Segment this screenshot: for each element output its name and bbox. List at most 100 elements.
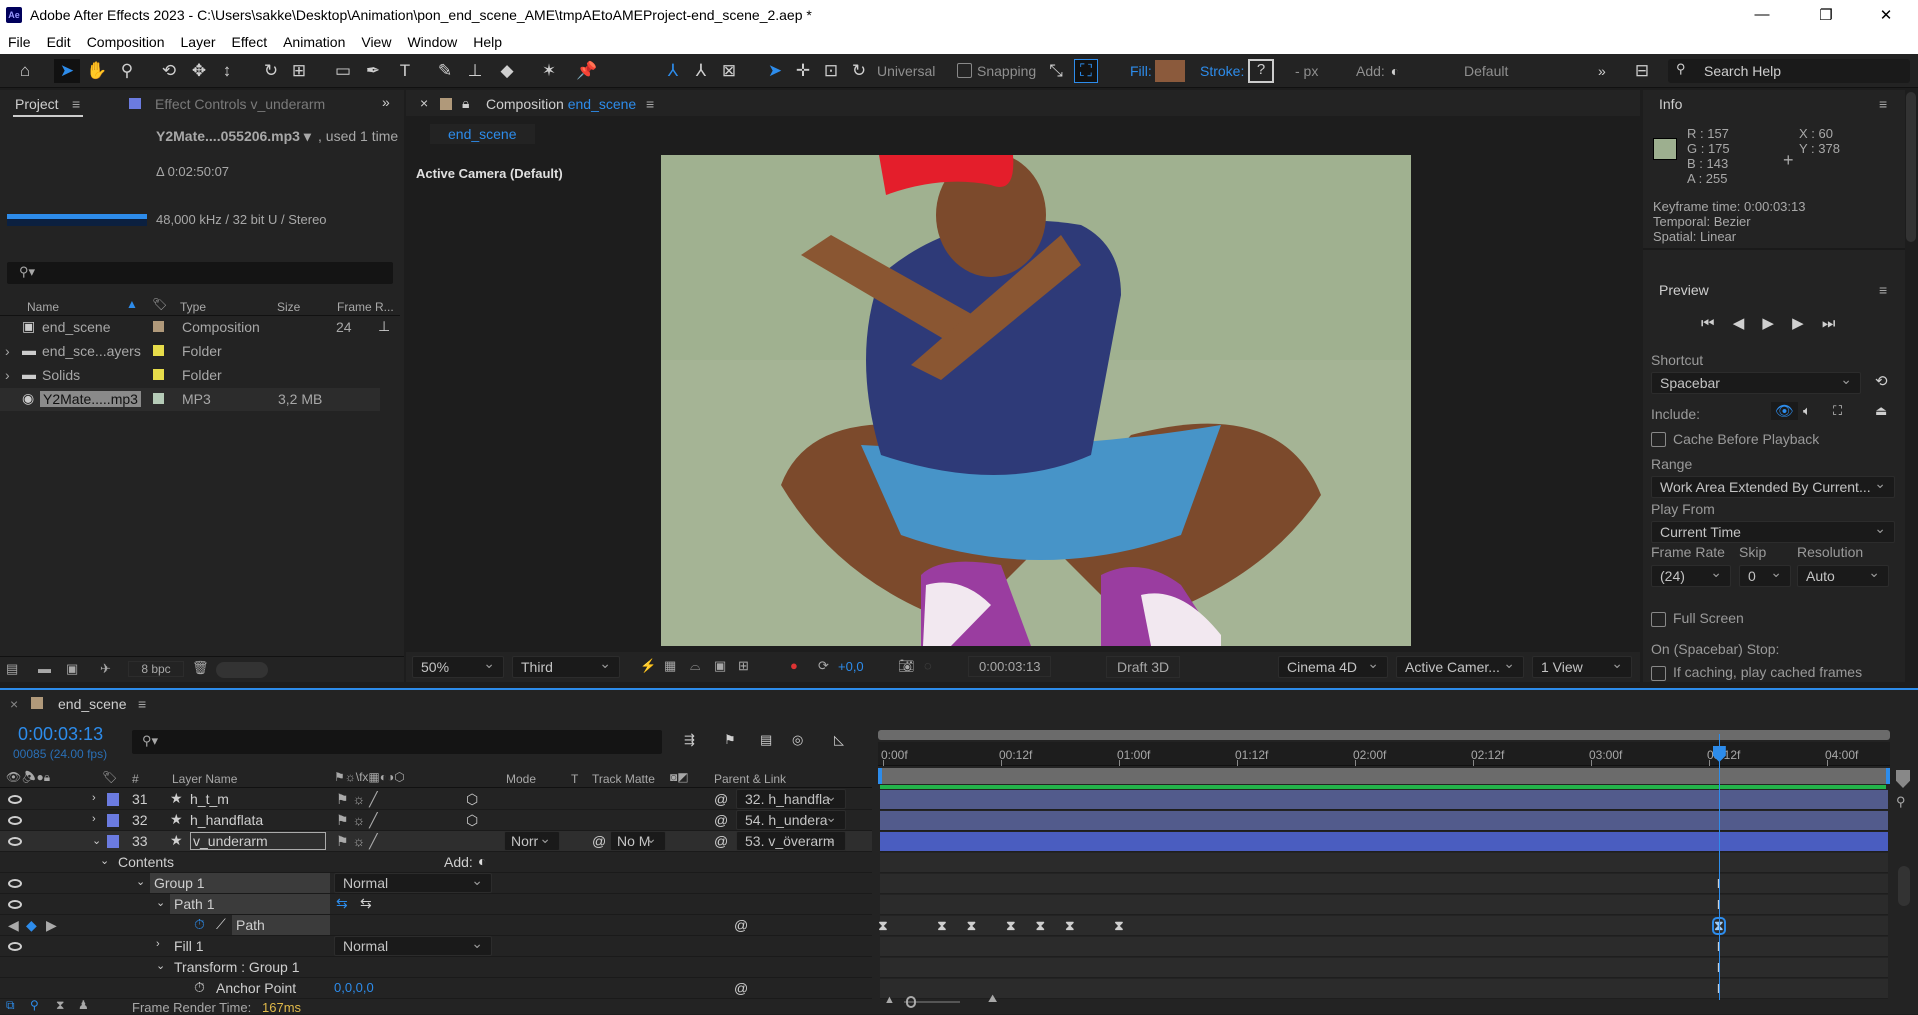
layer-name[interactable]: h_t_m	[190, 791, 229, 807]
label-color-swatch[interactable]	[153, 321, 164, 332]
tab-composition[interactable]: Composition end_scene	[486, 96, 636, 112]
snap-options-icon[interactable]: ⤡	[1044, 59, 1068, 83]
expand-chevron-icon[interactable]: ›	[92, 792, 96, 804]
if-caching-checkbox[interactable]	[1651, 666, 1666, 681]
selection-tool-icon[interactable]: ➤	[54, 59, 80, 83]
add-keyframe-icon[interactable]: ◆	[26, 917, 37, 934]
parent-dropdown[interactable]: 32. h_handfla	[736, 789, 846, 809]
anchor-point-value[interactable]: 0,0,0,0	[334, 980, 374, 995]
eraser-tool-icon[interactable]: ◆	[494, 59, 520, 83]
panel-menu-icon[interactable]: ≡	[1879, 282, 1887, 298]
menu-help[interactable]: Help	[465, 34, 510, 50]
previous-keyframe-icon[interactable]: ◀	[8, 917, 19, 934]
reverse-path-icon[interactable]: ⇆	[360, 895, 372, 912]
visibility-eye-icon[interactable]	[8, 816, 22, 825]
full-screen-checkbox[interactable]	[1651, 612, 1666, 627]
zoom-out-icon[interactable]: ▲	[884, 994, 895, 1006]
property-row-anchor[interactable]: Anchor Point ⏱ 0,0,0,0 @	[0, 978, 872, 999]
visibility-eye-icon[interactable]	[8, 942, 22, 951]
stroke-swatch[interactable]: ?	[1248, 59, 1274, 83]
interpret-footage-icon[interactable]: ▤	[6, 661, 18, 677]
draft-3d-toggle[interactable]: Draft 3D	[1106, 656, 1181, 678]
include-overlays-icon[interactable]: ⛶	[1833, 403, 1842, 419]
close-button[interactable]: ✕	[1858, 0, 1914, 29]
search-help-input[interactable]: ⚲ Search Help	[1668, 59, 1910, 83]
property-name[interactable]: Contents	[114, 852, 178, 872]
add-content-icon[interactable]: ◐	[478, 853, 486, 869]
preview-title[interactable]: Preview	[1659, 282, 1709, 298]
property-name[interactable]: Path 1	[170, 894, 330, 914]
menu-edit[interactable]: Edit	[39, 34, 79, 50]
play-from-dropdown[interactable]: Current Time	[1651, 521, 1895, 543]
panel-menu-icon[interactable]: ≡	[72, 96, 80, 112]
snap-target-icon[interactable]: ⛶	[1074, 59, 1098, 83]
range-dropdown[interactable]: Work Area Extended By Current...	[1651, 476, 1895, 498]
twirl-chevron-icon[interactable]: ⌄	[100, 854, 109, 867]
sort-ascending-icon[interactable]: ▲	[126, 297, 138, 311]
current-time[interactable]: 0:00:03:13	[18, 724, 103, 745]
layer-row[interactable]: › 32 ★ h_handflata ⚑ ☼ ╱ ⬡ @54. h_undera	[0, 810, 872, 831]
parent-dropdown[interactable]: 54. h_undera	[736, 810, 846, 830]
new-composition-icon[interactable]: ▣	[66, 661, 78, 677]
maximize-button[interactable]: ❐	[1798, 0, 1854, 29]
project-item[interactable]: › ▬ end_sce...ayers Folder	[0, 340, 380, 363]
path-keyframe[interactable]: ⧗	[967, 919, 977, 933]
flowchart-icon[interactable]: ⊥	[378, 318, 390, 335]
composition-mini-flowchart-icon[interactable]: ⇶	[684, 732, 695, 748]
graph-icon[interactable]: ⟋	[216, 916, 226, 933]
3d-move-icon[interactable]: ✛	[790, 59, 816, 83]
add-icon[interactable]: ◐	[1386, 59, 1404, 83]
path-keyframe[interactable]: ⧗	[878, 919, 888, 933]
group-blend-mode-dropdown[interactable]: Normal	[334, 873, 492, 893]
rectangle-tool-icon[interactable]: ▭	[330, 59, 356, 83]
visibility-eye-icon[interactable]	[8, 795, 22, 804]
previous-frame-icon[interactable]: ◀︎	[1733, 315, 1745, 332]
property-name[interactable]: Anchor Point	[212, 978, 300, 998]
project-item[interactable]: ◉ Y2Mate.....mp3 MP3 3,2 MB	[0, 388, 380, 411]
snapping-checkbox[interactable]	[957, 63, 972, 78]
show-snapshot-icon[interactable]: ◌	[924, 658, 932, 673]
collapse-chevron-icon[interactable]: ⌄	[92, 834, 101, 847]
menu-layer[interactable]: Layer	[173, 34, 224, 50]
magnification-dropdown[interactable]: 50%	[412, 656, 504, 678]
brush-tool-icon[interactable]: ✎	[432, 59, 458, 83]
tab-timeline-end-scene[interactable]: end_scene	[58, 696, 127, 712]
layer-label-color[interactable]	[107, 835, 119, 848]
parent-pickwhip-icon[interactable]: @	[714, 833, 728, 849]
layer-duration-bar[interactable]	[880, 811, 1888, 831]
stopwatch-icon[interactable]: ⏱	[194, 979, 205, 996]
property-name[interactable]: Group 1	[150, 873, 330, 893]
visibility-eye-icon[interactable]	[8, 879, 22, 888]
render-time-toggle-icon[interactable]: ♟	[78, 998, 89, 1012]
home-icon[interactable]: ⌂	[12, 59, 38, 83]
workspace-overflow[interactable]: »	[1598, 63, 1606, 79]
column-name[interactable]: Name	[27, 300, 59, 314]
layer-row[interactable]: ⌄33★v_underarm⚑ ☼ ╱Norr@No M@53. v_övera…	[0, 831, 872, 852]
path-keyframe[interactable]: ⧗	[1006, 919, 1016, 933]
motion-blur-icon[interactable]: ◎	[792, 732, 803, 748]
pen-tool-icon[interactable]: ✒	[360, 59, 386, 83]
property-row-contents[interactable]: ⌄ Contents Add: ◐	[0, 852, 872, 873]
stopwatch-icon[interactable]: ⏱	[194, 916, 205, 933]
expand-chevron-icon[interactable]: ›	[92, 813, 96, 825]
resolution-dropdown[interactable]: Third	[512, 656, 620, 678]
comp-breadcrumb[interactable]: end_scene	[430, 124, 535, 144]
property-name[interactable]: Path	[232, 915, 330, 935]
property-name[interactable]: Fill 1	[170, 936, 208, 956]
path-keyframe[interactable]: ⧗	[1035, 919, 1045, 933]
tab-effect-controls[interactable]: Effect Controls v_underarm	[155, 96, 325, 112]
next-keyframe-icon[interactable]: ▶	[46, 917, 57, 934]
project-item[interactable]: ▣ end_scene Composition 24 ⊥	[0, 316, 390, 339]
layer-label-color[interactable]	[107, 793, 119, 806]
parent-dropdown[interactable]: 53. v_överarm	[736, 831, 846, 851]
label-color-swatch[interactable]	[153, 369, 164, 380]
property-row-path1[interactable]: ⌄ Path 1 ⇆ ⇆	[0, 894, 872, 915]
column-type[interactable]: Type	[180, 300, 206, 314]
visibility-eye-icon[interactable]	[8, 837, 22, 846]
twirl-chevron-icon[interactable]: ⌄	[156, 896, 165, 909]
3d-layer-icon[interactable]: ⬡	[466, 812, 478, 829]
track-matte-pickwhip-icon[interactable]: @	[592, 833, 606, 849]
3d-select-icon[interactable]: ➤	[762, 59, 788, 83]
track-matte-dropdown[interactable]: No M	[610, 831, 666, 851]
transparency-grid-icon[interactable]: ▦	[664, 658, 676, 674]
